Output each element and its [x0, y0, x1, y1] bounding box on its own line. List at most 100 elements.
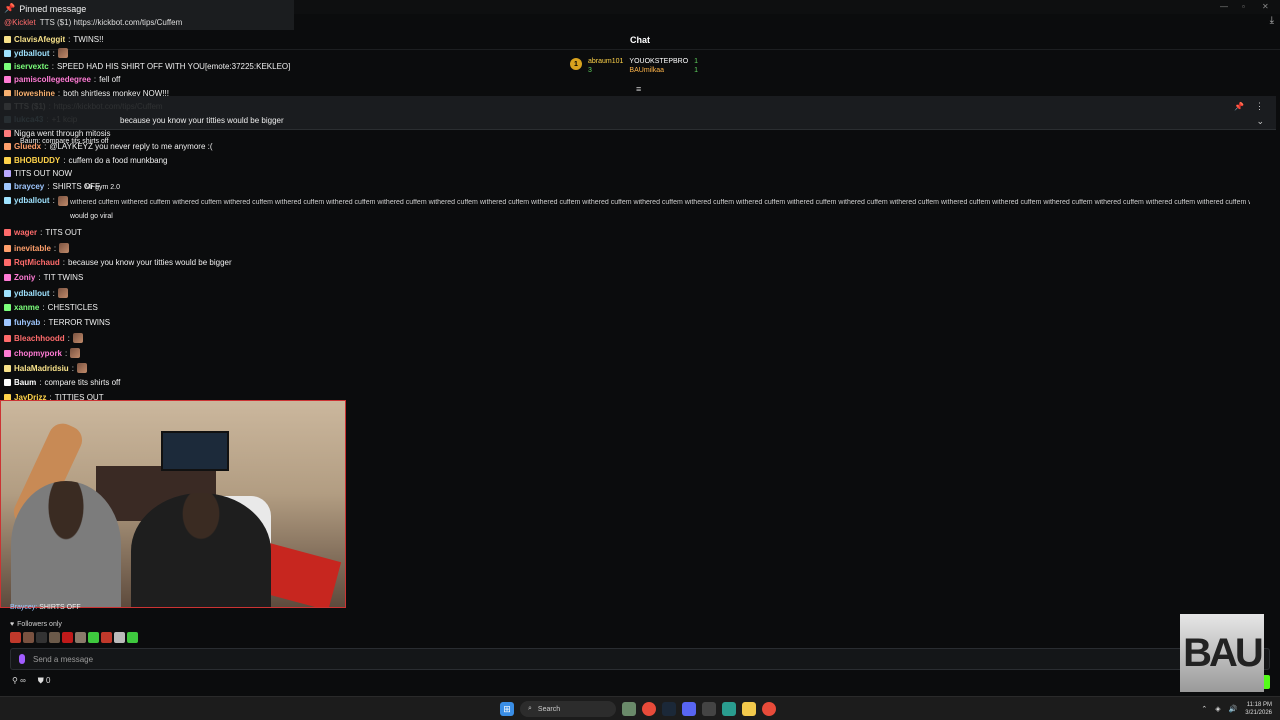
- chat-message: Bleachhoodd:: [4, 333, 83, 343]
- pinned-text: TTS ($1) https://kickbot.com/tips/Cuffem: [39, 18, 183, 27]
- badge-icon: [4, 197, 11, 205]
- pinned-message[interactable]: 📌 Pinned message @Kicklet TTS ($1) https…: [0, 0, 294, 30]
- file-explorer-icon[interactable]: [742, 702, 756, 716]
- separator: :: [42, 303, 45, 312]
- chat-username[interactable]: wager: [14, 228, 37, 237]
- webcam-video[interactable]: [0, 400, 346, 608]
- chat-message: pamiscollegedegree: fell off: [4, 75, 120, 84]
- gift-icon[interactable]: ⛊ 0: [38, 676, 51, 686]
- chevron-up-icon[interactable]: ⌃: [1201, 705, 1207, 713]
- emote-icon[interactable]: [101, 632, 112, 643]
- volume-icon[interactable]: 🔊: [1229, 705, 1238, 713]
- emote-icon: [57, 48, 68, 59]
- discord-icon[interactable]: [682, 702, 696, 716]
- emote-icon: [59, 243, 70, 253]
- chat-username[interactable]: ydballout: [14, 196, 50, 205]
- chrome-icon[interactable]: [642, 702, 656, 716]
- badge-icon: [4, 229, 11, 236]
- clock[interactable]: 11:18 PM 3/21/2026: [1245, 701, 1272, 717]
- taskbar-search[interactable]: ⌕ Search: [520, 701, 616, 717]
- app-icon[interactable]: [722, 702, 736, 716]
- chat-username[interactable]: iservextc: [14, 62, 49, 71]
- separator: :: [52, 48, 55, 58]
- pinned-sender: @Kicklet: [4, 18, 36, 27]
- leader-second-name[interactable]: YOUOKSTEPBRO: [629, 58, 688, 65]
- network-icon[interactable]: ◈: [1215, 705, 1220, 713]
- emote-icon[interactable]: [75, 632, 86, 643]
- chat-username[interactable]: fuhyab: [14, 318, 40, 327]
- emote-icon[interactable]: [127, 632, 138, 643]
- pinned-overlay[interactable]: 📌 ⋮ ⌄ because you know your titties woul…: [0, 96, 1276, 220]
- deleted-message: withered cuffem withered cuffem withered…: [70, 199, 1250, 206]
- chrome-icon[interactable]: [762, 702, 776, 716]
- emote-bar[interactable]: [10, 632, 138, 643]
- share-icon[interactable]: ⚲ ∞: [12, 676, 26, 686]
- chat-username[interactable]: HalaMadridsiu: [14, 364, 69, 373]
- chat-title: Chat: [630, 34, 650, 45]
- chat-header: Chat: [0, 30, 1280, 50]
- badge-icon: [4, 274, 11, 281]
- windows-start-icon[interactable]: ⊞: [500, 702, 514, 716]
- emote-icon[interactable]: [62, 632, 73, 643]
- emote-icon[interactable]: [49, 632, 60, 643]
- television: [161, 431, 229, 471]
- badge-icon: [4, 289, 11, 297]
- badge-icon: [4, 76, 11, 84]
- search-icon: ⌕: [528, 705, 532, 712]
- separator: :: [43, 318, 46, 327]
- emote-icon[interactable]: [36, 632, 47, 643]
- bau-logo: BAU: [1180, 614, 1264, 692]
- badge-icon: [4, 334, 11, 342]
- overlay-line1: because you know your titties would be b…: [120, 116, 284, 125]
- chat-text: TIT TWINS: [43, 273, 84, 282]
- separator: :: [38, 273, 41, 282]
- steam-icon[interactable]: [662, 702, 676, 716]
- filter-icon[interactable]: ≡: [636, 84, 641, 94]
- app-icon[interactable]: [702, 702, 716, 716]
- chat-username[interactable]: ClavisAfeggit: [14, 35, 65, 44]
- chat-input-box[interactable]: [10, 648, 1270, 670]
- chat-username[interactable]: braycey: [14, 182, 44, 191]
- chat-username[interactable]: inevitable: [14, 244, 51, 253]
- chat-username[interactable]: BHOBUDDY: [14, 156, 60, 165]
- chevron-down-icon[interactable]: ⌄: [1256, 116, 1264, 127]
- gift-leaderboard: 1 abraum101 3 YOUOKSTEPBRO BAUmilkaa 1 1: [570, 58, 698, 74]
- emote-icon[interactable]: [114, 632, 125, 643]
- chat-username[interactable]: Braycey: [10, 604, 35, 611]
- chat-message: Zoniy: TIT TWINS: [4, 273, 83, 282]
- chat-username[interactable]: Baum: [14, 378, 36, 387]
- chat-text: because you know your titties would be b…: [68, 258, 232, 267]
- mic-icon[interactable]: [19, 654, 25, 664]
- chat-input[interactable]: [33, 654, 1133, 664]
- pinned-body: @Kicklet TTS ($1) https://kickbot.com/ti…: [4, 18, 182, 27]
- app-icon[interactable]: [622, 702, 636, 716]
- emote-icon[interactable]: [88, 632, 99, 643]
- separator: :: [51, 61, 54, 71]
- leader-third-name[interactable]: BAUmilkaa: [629, 67, 688, 74]
- emote-icon[interactable]: [23, 632, 34, 643]
- separator: :: [93, 75, 97, 85]
- chat-username[interactable]: Bleachhoodd: [14, 334, 65, 343]
- chat-username[interactable]: Zoniy: [14, 273, 35, 282]
- chat-username[interactable]: pamiscollegedegree: [14, 75, 91, 84]
- separator: :: [47, 182, 50, 192]
- chat-username[interactable]: chopmypork: [14, 349, 62, 358]
- chat-username[interactable]: ydballout: [14, 49, 50, 58]
- pin-icon[interactable]: 📌: [1234, 102, 1244, 111]
- badge-icon: [4, 244, 11, 252]
- maximize-icon[interactable]: ▫: [1242, 2, 1245, 11]
- leader-first-count: 3: [588, 67, 592, 74]
- close-icon[interactable]: ✕: [1262, 2, 1269, 11]
- more-options-icon[interactable]: ⋮: [1255, 101, 1264, 112]
- emote-icon[interactable]: [10, 632, 21, 643]
- overlay-line3: Mr gym 2.0: [85, 184, 121, 191]
- download-icon[interactable]: ⤓: [1270, 15, 1274, 26]
- leader-first-name[interactable]: abraum101: [588, 58, 623, 65]
- chat-username[interactable]: ydballout: [14, 289, 50, 298]
- minimize-icon[interactable]: —: [1220, 2, 1228, 11]
- chat-username[interactable]: RqtMichaud: [14, 258, 60, 267]
- emote-icon: [72, 333, 83, 343]
- badge-icon: [4, 156, 11, 164]
- taskbar-apps: ⊞ ⌕ Search: [500, 701, 776, 717]
- chat-username[interactable]: xanme: [14, 303, 39, 312]
